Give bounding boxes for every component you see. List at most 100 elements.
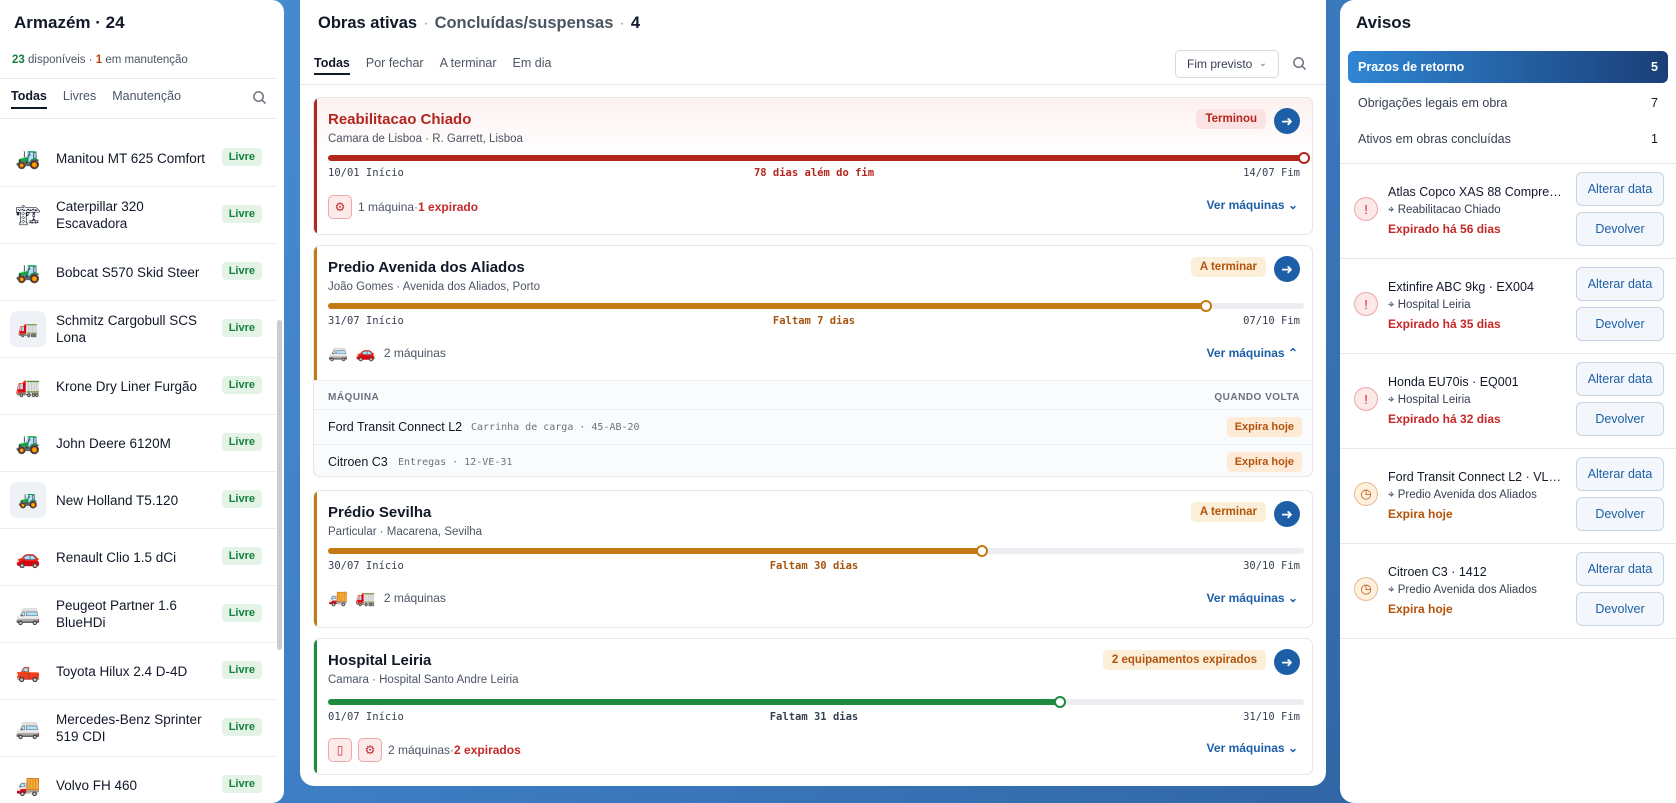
category-prazos-de-retorno[interactable]: Prazos de retorno 5 <box>1348 51 1668 83</box>
return-button[interactable]: Devolver <box>1576 212 1664 246</box>
tab-em-dia[interactable]: Em dia <box>513 56 552 75</box>
list-item[interactable]: 🚐 Peugeot Partner 1.6 BlueHDi Livre <box>0 586 276 643</box>
status-badge: Livre <box>221 433 262 451</box>
project-card[interactable]: Reabilitacao Chiado Camara de Lisboa · R… <box>313 97 1313 235</box>
machines-summary: 🚚 🚛 2 máquinas <box>328 588 446 608</box>
machines-table: MÁQUINA QUANDO VOLTA Ford Transit Connec… <box>314 380 1312 476</box>
list-item[interactable]: 🛻 Toyota Hilux 2.4 D-4D Livre <box>0 643 276 700</box>
change-date-button[interactable]: Alterar data <box>1576 172 1664 206</box>
view-machines-link[interactable]: Ver máquinas ⌄ <box>1207 198 1298 212</box>
alert-item: ◷ Citroen C3 · 1412 ⌖ Predio Avenida dos A… <box>1340 544 1676 639</box>
completed-title[interactable]: Concluídas/suspensas <box>435 14 614 32</box>
alerts-title: Avisos <box>1356 13 1412 32</box>
sort-select[interactable]: Fim previsto ⌄ <box>1175 50 1279 78</box>
equipment-name: Renault Clio 1.5 dCi <box>56 549 177 565</box>
project-card[interactable]: Predio Avenida dos Aliados João Gomes · … <box>313 245 1313 477</box>
warehouse-summary: 23 disponíveis · 1 em manutenção <box>12 54 188 66</box>
card-accent <box>314 491 317 627</box>
divider <box>0 118 276 119</box>
return-button[interactable]: Devolver <box>1576 497 1664 531</box>
list-item[interactable]: 🚜 Manitou MT 625 Comfort Livre <box>0 130 276 187</box>
chevron-down-icon: ⌄ <box>1287 198 1298 212</box>
machines-count: 2 máquinas <box>383 346 446 360</box>
projects-header: Obras ativas · Concluídas/suspensas · 4 <box>318 14 641 32</box>
divider <box>300 84 1326 85</box>
project-subtitle: Particular · Macarena, Sevilha <box>328 526 483 538</box>
status-badge: Livre <box>221 205 262 223</box>
open-project-button[interactable]: ➜ <box>1274 501 1300 527</box>
list-item[interactable]: 🚛 Krone Dry Liner Furgão Livre <box>0 358 276 415</box>
change-date-button[interactable]: Alterar data <box>1576 267 1664 301</box>
list-item[interactable]: 🏗 Caterpillar 320 Escavadora Livre <box>0 187 276 244</box>
category-obrigacoes-legais[interactable]: Obrigações legais em obra 7 <box>1358 96 1658 110</box>
alert-icon: ! <box>1354 292 1378 316</box>
chevron-down-icon: ⌄ <box>1287 741 1298 755</box>
alert-icon: ! <box>1354 387 1378 411</box>
scrollbar[interactable] <box>277 320 282 650</box>
project-card[interactable]: Hospital Leiria Camara · Hospital Santo … <box>313 638 1313 775</box>
location-pin-icon: ⌖ <box>1388 584 1395 596</box>
card-accent <box>314 639 317 774</box>
list-item[interactable]: 🚜 New Holland T5.120 Livre <box>0 472 276 529</box>
status-badge: Livre <box>221 490 262 508</box>
change-date-button[interactable]: Alterar data <box>1576 457 1664 491</box>
view-machines-label: Ver máquinas <box>1206 198 1285 212</box>
projects-title[interactable]: Obras ativas <box>318 14 417 32</box>
change-date-button[interactable]: Alterar data <box>1576 362 1664 396</box>
list-item[interactable]: 🚜 John Deere 6120M Livre <box>0 415 276 472</box>
return-button[interactable]: Devolver <box>1576 402 1664 436</box>
tab-a-terminar[interactable]: A terminar <box>440 56 497 75</box>
progress-bar <box>328 696 1304 708</box>
alert-location: ⌖ Reabilitacao Chiado <box>1388 204 1501 217</box>
trailer-icon: 🚛 <box>15 375 41 398</box>
trailer-icon: 🚛 <box>10 311 46 347</box>
clock-icon: ◷ <box>1354 577 1378 601</box>
tab-livres[interactable]: Livres <box>63 89 96 109</box>
van-icon: 🚐 <box>15 603 41 626</box>
view-machines-link[interactable]: Ver máquinas ⌃ <box>1207 346 1298 360</box>
view-machines-link[interactable]: Ver máquinas ⌄ <box>1207 741 1298 755</box>
end-date: 07/10 Fim <box>1243 315 1300 327</box>
equipment-name: New Holland T5.120 <box>56 492 179 508</box>
open-project-button[interactable]: ➜ <box>1274 256 1300 282</box>
category-count: 7 <box>1651 96 1658 110</box>
location-pin-icon: ⌖ <box>1388 204 1395 216</box>
warehouse-search-icon[interactable] <box>252 90 267 108</box>
table-row[interactable]: Ford Transit Connect L2 Carrinha de carg… <box>314 409 1312 444</box>
equipment-name: Krone Dry Liner Furgão <box>56 378 198 394</box>
location-label: Predio Avenida dos Aliados <box>1397 489 1537 501</box>
return-button[interactable]: Devolver <box>1576 592 1664 626</box>
list-item[interactable]: 🚐 Mercedes-Benz Sprinter 519 CDI Livre <box>0 700 276 757</box>
location-label: Reabilitacao Chiado <box>1397 204 1501 216</box>
status-badge: Livre <box>221 661 262 679</box>
alert-title: Atlas Copco XAS 88 Compressor <box>1388 185 1563 199</box>
alert-location: ⌖ Hospital Leiria <box>1388 299 1471 312</box>
list-item[interactable]: 🚚 Volvo FH 460 Livre <box>0 757 276 803</box>
view-machines-link[interactable]: Ver máquinas ⌄ <box>1207 591 1298 605</box>
project-card[interactable]: Prédio Sevilha Particular · Macarena, Se… <box>313 490 1313 628</box>
change-date-button[interactable]: Alterar data <box>1576 552 1664 586</box>
list-item[interactable]: 🚜 Bobcat S570 Skid Steer Livre <box>0 244 276 301</box>
tab-manutencao[interactable]: Manutenção <box>112 89 181 109</box>
tab-por-fechar[interactable]: Por fechar <box>366 56 424 75</box>
project-name: Hospital Leiria <box>328 652 432 669</box>
table-row[interactable]: Citroen C3 Entregas · 12-VE-31 Expira ho… <box>314 444 1312 476</box>
category-ativos-concluidas[interactable]: Ativos em obras concluídas 1 <box>1358 132 1658 146</box>
tab-todas[interactable]: Todas <box>314 56 350 75</box>
location-pin-icon: ⌖ <box>1388 489 1395 501</box>
view-machines-label: Ver máquinas <box>1206 741 1285 755</box>
return-button[interactable]: Devolver <box>1576 307 1664 341</box>
machine-detail: Carrinha de carga · 45-AB-20 <box>471 422 640 433</box>
tab-todas[interactable]: Todas <box>11 89 47 109</box>
location-label: Predio Avenida dos Aliados <box>1397 584 1537 596</box>
fire-extinguisher-icon: ▯ <box>328 738 352 762</box>
open-project-button[interactable]: ➜ <box>1274 108 1300 134</box>
list-item[interactable]: 🚛 Schmitz Cargobull SCS Lona Livre <box>0 301 276 358</box>
projects-search-icon[interactable] <box>1292 56 1307 74</box>
list-item[interactable]: 🚗 Renault Clio 1.5 dCi Livre <box>0 529 276 586</box>
divider <box>0 78 276 79</box>
alert-title: Citroen C3 · 1412 <box>1388 565 1487 579</box>
machines-summary: ▯ ⚙ 2 máquinas · 2 expirados <box>328 738 521 762</box>
pickup-icon: 🛻 <box>15 660 41 683</box>
open-project-button[interactable]: ➜ <box>1274 649 1300 675</box>
